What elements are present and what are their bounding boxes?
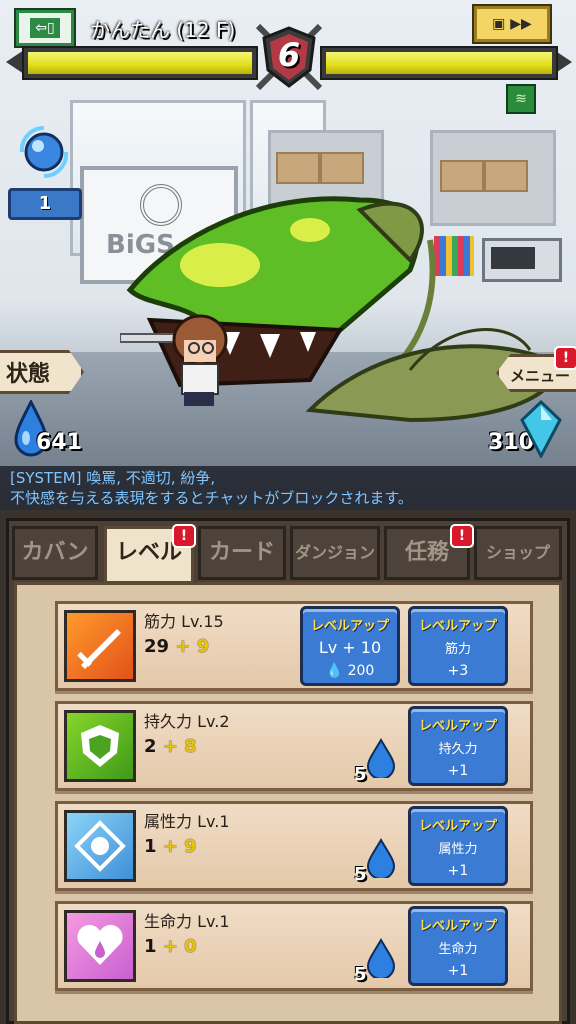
player-hp-bar — [22, 46, 258, 80]
stat-base: 29 — [144, 636, 170, 657]
stat-base: 1 — [144, 936, 157, 957]
cost-value: 5 — [354, 964, 367, 985]
chat-line: [SYSTEM] 喚罵, 不適切, 紛争, — [10, 469, 216, 487]
button-amount: +1 — [447, 963, 469, 979]
enemy-hp-bar — [320, 46, 558, 80]
cost-value: 200 — [347, 663, 375, 679]
stat-name: 生命力 Lv.1 — [144, 912, 230, 931]
element-crystal-icon — [64, 810, 136, 882]
water-drop-icon — [366, 938, 396, 978]
level-up-element-button[interactable]: レベルアップ 属性力 +1 — [408, 806, 508, 886]
level-list: 筋力 Lv.15 29 + 9 レベルアップ Lv + 10 💧 200 レベル… — [14, 582, 562, 1024]
stat-value: 1 + 9 — [144, 836, 197, 857]
tab-shop[interactable]: ショップ — [474, 526, 562, 580]
stat-base: 1 — [144, 836, 157, 857]
button-stat: 持久力 — [438, 742, 478, 757]
tab-card[interactable]: カード — [198, 526, 286, 580]
stat-value: 2 + 8 — [144, 736, 197, 757]
hero-character — [120, 314, 228, 406]
chat-line: 不快感を与える表現をするとチャットがブロックされます。 — [10, 489, 413, 507]
water-drop-icon — [366, 738, 396, 778]
level-up-lv10-button[interactable]: レベルアップ Lv + 10 💧 200 — [300, 606, 400, 686]
stat-row-vitality: 生命力 Lv.1 1 + 0 5 レベルアップ 生命力 +1 — [55, 901, 533, 991]
orb-count: 1 — [8, 188, 82, 220]
tab-dungeon[interactable]: ダンジョン — [290, 526, 380, 580]
player-hp-fill — [28, 52, 252, 74]
button-title: レベルアップ — [418, 819, 497, 834]
stat-bonus: + 9 — [162, 836, 197, 857]
exit-door-icon: ⇦▯ — [30, 18, 60, 38]
system-chat: [SYSTEM] 喚罵, 不適切, 紛争, 不快感を与える表現をするとチャットが… — [0, 466, 576, 510]
gem-icon — [520, 400, 562, 458]
stat-name: 筋力 Lv.15 — [144, 612, 224, 631]
button-stat: 筋力 — [444, 642, 471, 657]
stat-name: 持久力 Lv.2 — [144, 712, 230, 731]
water-drop-count: 641 — [36, 430, 82, 455]
mission-tab-alert: ! — [450, 524, 474, 548]
stat-bonus: + 8 — [162, 736, 197, 757]
tab-bar: カバン レベル ! カード ダンジョン 任務 ! ショップ — [12, 524, 564, 584]
stat-row-strength: 筋力 Lv.15 29 + 9 レベルアップ Lv + 10 💧 200 レベル… — [55, 601, 533, 691]
enemy-hp-fill — [326, 52, 552, 74]
stat-value: 1 + 0 — [144, 936, 197, 957]
cost-value: 5 — [354, 864, 367, 885]
tab-bag[interactable]: カバン — [12, 526, 98, 580]
button-title: レベルアップ — [418, 619, 497, 634]
menu-alert-badge: ! — [554, 346, 576, 370]
stat-bonus: + 0 — [162, 936, 197, 957]
level-up-vitality-button[interactable]: レベルアップ 生命力 +1 — [408, 906, 508, 986]
turn-number: 6 — [277, 36, 301, 74]
battle-scene: BiGS ⇦▯ かんたん (12 F) ▣ ▶▶ 6 ≋ 1 状態 メニュー !… — [0, 0, 576, 510]
button-title: レベルアップ — [310, 619, 389, 634]
button-cost: 💧 200 — [303, 663, 397, 679]
button-amount: +1 — [447, 863, 469, 879]
button-amount: +1 — [447, 763, 469, 779]
wave-buff-icon[interactable]: ≋ — [506, 84, 536, 114]
button-stat: 生命力 — [438, 942, 478, 957]
sword-icon — [64, 610, 136, 682]
level-up-strength-button[interactable]: レベルアップ 筋力 +3 — [408, 606, 508, 686]
fast-forward-icon: ▣ ▶▶ — [492, 16, 532, 32]
speed-button[interactable]: ▣ ▶▶ — [474, 6, 550, 42]
button-title: レベルアップ — [418, 719, 497, 734]
level-up-endurance-button[interactable]: レベルアップ 持久力 +1 — [408, 706, 508, 786]
stat-row-element: 属性力 Lv.1 1 + 9 5 レベルアップ 属性力 +1 — [55, 801, 533, 891]
stat-row-endurance: 持久力 Lv.2 2 + 8 5 レベルアップ 持久力 +1 — [55, 701, 533, 791]
shield-icon — [64, 710, 136, 782]
stat-name: 属性力 Lv.1 — [144, 812, 230, 831]
stage-title: かんたん (12 F) — [90, 18, 236, 42]
stat-value: 29 + 9 — [144, 636, 209, 657]
water-drop-icon: 💧 — [325, 663, 344, 679]
exit-button[interactable]: ⇦▯ — [16, 10, 74, 46]
button-amount: +3 — [447, 663, 469, 679]
stat-base: 2 — [144, 736, 157, 757]
button-stat: 属性力 — [438, 842, 478, 857]
water-drop-icon — [366, 838, 396, 878]
heart-icon — [64, 910, 136, 982]
status-button[interactable]: 状態 — [0, 350, 84, 394]
mana-orb-icon — [19, 125, 69, 179]
button-title: レベルアップ — [418, 919, 497, 934]
cost-value: 5 — [354, 764, 367, 785]
level-tab-alert: ! — [172, 524, 196, 548]
button-line: Lv + 10 — [318, 638, 382, 657]
stat-bonus: + 9 — [175, 636, 210, 657]
